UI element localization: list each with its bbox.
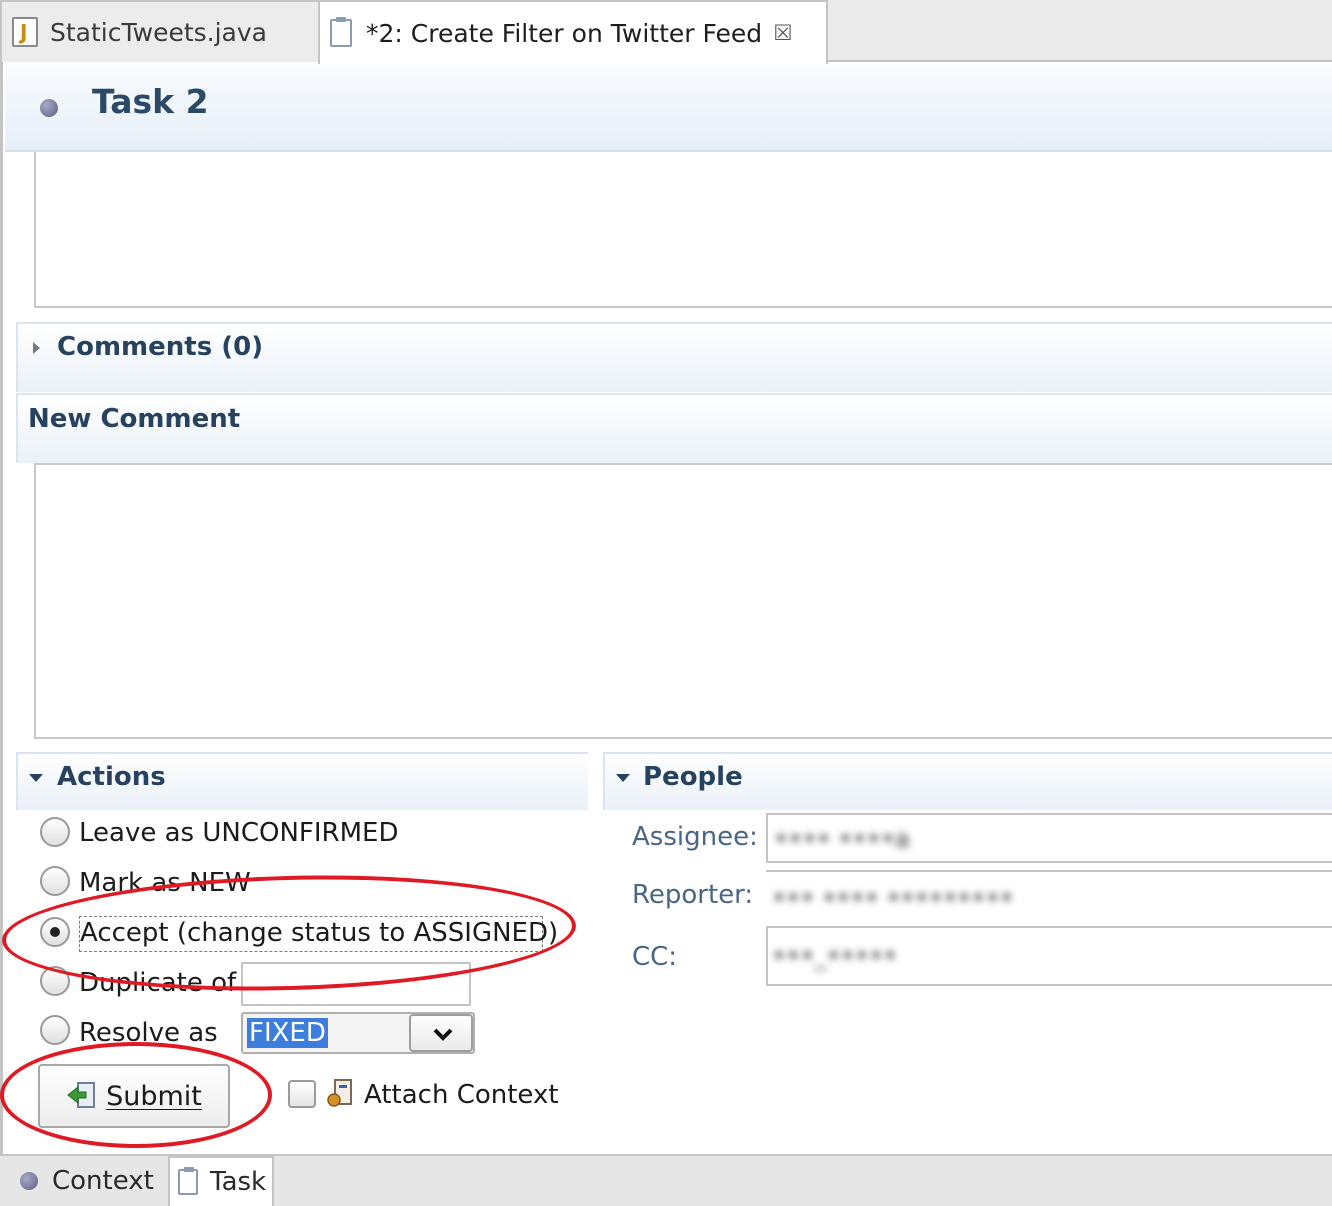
radio-resolve-as[interactable] (40, 1015, 70, 1045)
cc-list[interactable]: •••_••••• (766, 926, 1332, 986)
tab-label: StaticTweets.java (50, 17, 267, 47)
tab-label: Task (210, 1167, 267, 1197)
attach-context-checkbox[interactable] (288, 1080, 316, 1108)
radio-mark-new[interactable] (40, 866, 70, 896)
cc-value: •••_••••• (772, 942, 898, 970)
annotation-ellipse-submit (0, 1042, 272, 1148)
task-status-icon (40, 99, 58, 117)
attach-context-label: Attach Context (364, 1080, 559, 1110)
assignee-label: Assignee: (632, 822, 758, 852)
java-file-icon (12, 17, 38, 47)
resolution-selected-value: FIXED (247, 1018, 328, 1048)
assignee-input[interactable]: •••• ••••a (766, 813, 1332, 863)
reporter-label: Reporter: (632, 880, 754, 910)
task-icon (330, 17, 352, 47)
tab-task[interactable]: Task (168, 1156, 274, 1206)
reporter-field: ••• •••• ••••••••• (766, 870, 1332, 920)
actions-title: Actions (57, 762, 166, 792)
expand-icon[interactable] (33, 342, 40, 354)
assignee-value: •••• ••••a (774, 825, 910, 853)
attach-context-icon (327, 1079, 352, 1107)
option-label: Leave as UNCONFIRMED (79, 818, 399, 848)
description-text-area[interactable] (34, 152, 1332, 308)
chevron-down-icon (433, 1028, 453, 1041)
new-comment-title: New Comment (28, 404, 241, 434)
resolution-select[interactable]: FIXED (241, 1012, 475, 1054)
cc-label: CC: (632, 942, 678, 972)
tab-task-2[interactable]: *2: Create Filter on Twitter Feed ⮽ (318, 0, 828, 64)
reporter-value: ••• •••• ••••••••• (772, 884, 1014, 912)
dropdown-button[interactable] (409, 1014, 473, 1052)
new-comment-text-area[interactable] (34, 463, 1332, 739)
page-title: Task 2 (92, 82, 209, 121)
tab-context[interactable]: Context (8, 1156, 168, 1206)
context-icon (20, 1172, 38, 1190)
tab-label: Context (52, 1166, 154, 1196)
tab-static-tweets[interactable]: StaticTweets.java (0, 0, 320, 62)
collapse-icon[interactable] (616, 774, 630, 782)
radio-leave-unconfirmed[interactable] (40, 817, 70, 847)
close-icon[interactable]: ⮽ (774, 21, 792, 46)
tab-label: *2: Create Filter on Twitter Feed (366, 18, 763, 48)
task-icon (178, 1167, 198, 1195)
comments-title: Comments (0) (57, 332, 264, 362)
collapse-icon[interactable] (29, 774, 43, 782)
people-title: People (643, 762, 743, 792)
